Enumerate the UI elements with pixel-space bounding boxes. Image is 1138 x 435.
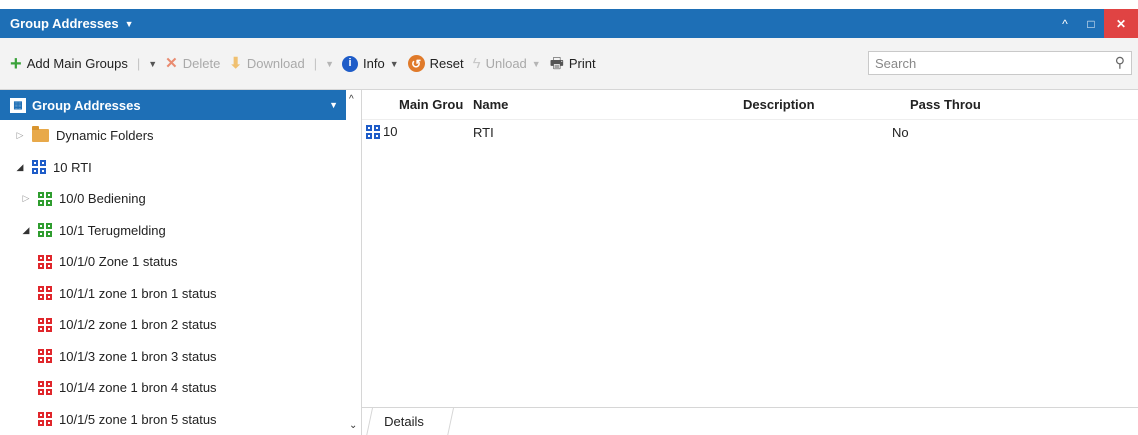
- toolbar-divider: |: [136, 56, 141, 71]
- search-placeholder: Search: [875, 55, 917, 71]
- tree-item-label: 10/1/4 zone 1 bron 4 status: [59, 380, 217, 396]
- column-header-pass-through[interactable]: Pass Throu: [910, 97, 986, 112]
- tree-item-middle-group[interactable]: ◢ 10/1 Terugmelding: [0, 215, 361, 247]
- tree-item-label: 10/1 Terugmelding: [59, 222, 166, 238]
- tree-item-group-address[interactable]: 10/1/4 zone 1 bron 4 status: [0, 372, 361, 404]
- bottom-tab-strip: Details: [362, 407, 1138, 435]
- search-input[interactable]: Search ⚲: [868, 51, 1132, 75]
- chevron-down-icon[interactable]: ▼: [329, 100, 338, 110]
- unload-label: Unload: [485, 56, 527, 71]
- row-pass-through-cell: No: [892, 125, 909, 140]
- tree-scrollbar[interactable]: ^ ⌄: [346, 90, 361, 435]
- chevron-down-icon: ▼: [124, 18, 134, 29]
- table-row[interactable]: 10 RTI No: [362, 120, 1138, 144]
- download-label: Download: [246, 56, 305, 71]
- delete-label: Delete: [182, 56, 221, 71]
- tree-header-label: Group Addresses: [32, 97, 141, 113]
- scroll-up-icon[interactable]: ^: [349, 94, 354, 105]
- plus-icon: +: [10, 52, 22, 75]
- collapse-triangle-icon[interactable]: ◢: [20, 225, 32, 236]
- info-label: Info: [363, 56, 385, 71]
- toolbar: + Add Main Groups | ▼ ✕ Delete ⬇ Downloa…: [0, 38, 1138, 90]
- window-title: Group Addresses: [10, 16, 119, 31]
- tree-item-label: 10/0 Bediening: [59, 191, 146, 207]
- reset-label: Reset: [429, 56, 464, 71]
- tree-item-middle-group[interactable]: ▷ 10/0 Bediening: [0, 183, 361, 215]
- download-button[interactable]: ⬇ Download: [229, 56, 304, 71]
- tree-item-group-address[interactable]: 10/1/3 zone 1 bron 3 status: [0, 341, 361, 373]
- column-header-name[interactable]: Name: [473, 97, 508, 112]
- reset-button[interactable]: ↺ Reset: [407, 55, 464, 72]
- search-icon: ⚲: [1114, 54, 1125, 70]
- chevron-down-icon: ▼: [531, 58, 541, 69]
- minimize-button[interactable]: ^: [1052, 9, 1078, 38]
- reset-icon: ↺: [407, 55, 425, 72]
- tree-item-label: 10/1/2 zone 1 bron 2 status: [59, 317, 217, 333]
- tree-item-label: 10/1/0 Zone 1 status: [59, 254, 178, 270]
- add-main-groups-dropdown[interactable]: ▼: [148, 59, 157, 69]
- column-header-description[interactable]: Description: [743, 97, 815, 112]
- window-title-bar: Group Addresses ▼ ^ □ ✕: [0, 9, 1138, 38]
- info-icon: i: [342, 55, 359, 72]
- group-address-icon: [38, 317, 52, 332]
- expand-triangle-icon[interactable]: ▷: [14, 130, 26, 141]
- middle-group-icon: [38, 191, 52, 206]
- group-address-icon: [38, 412, 52, 427]
- unload-button[interactable]: ϟ Unload ▼: [473, 56, 541, 71]
- group-addresses-icon: ▦: [10, 97, 26, 113]
- chevron-down-icon: ▼: [389, 58, 399, 69]
- close-button[interactable]: ✕: [1104, 9, 1138, 38]
- download-arrow-icon: ⬇: [229, 55, 242, 72]
- print-label: Print: [568, 56, 596, 71]
- lightning-icon: ϟ: [472, 55, 481, 72]
- tree-header[interactable]: ▦ Group Addresses ▼: [0, 90, 346, 120]
- tree-item-main-group[interactable]: ◢ 10 RTI: [0, 152, 361, 184]
- group-address-icon: [38, 286, 52, 301]
- info-button[interactable]: i Info ▼: [342, 55, 399, 72]
- tab-details-label: Details: [384, 414, 424, 429]
- table-header: Main Grou Name Description Pass Throu: [362, 90, 1138, 120]
- add-main-groups-button[interactable]: + Add Main Groups: [10, 54, 128, 74]
- tree-item-group-address[interactable]: 10/1/5 zone 1 bron 5 status: [0, 404, 361, 435]
- main-group-value: 10: [383, 124, 398, 139]
- toolbar-divider: |: [313, 56, 318, 71]
- row-name-cell: RTI: [473, 125, 494, 140]
- tree-item-label: 10/1/3 zone 1 bron 3 status: [59, 348, 217, 364]
- maximize-button[interactable]: □: [1078, 9, 1104, 38]
- row-main-group-cell: 10: [366, 124, 397, 139]
- printer-icon: 🖶: [549, 55, 564, 72]
- scroll-down-icon[interactable]: ⌄: [349, 420, 357, 431]
- tree-item-label: Dynamic Folders: [56, 128, 154, 144]
- add-main-groups-label: Add Main Groups: [26, 56, 128, 71]
- main-group-icon: [366, 124, 380, 139]
- group-address-icon: [38, 380, 52, 395]
- delete-x-icon: ✕: [165, 55, 178, 72]
- tree-item-label: 10/1/1 zone 1 bron 1 status: [59, 285, 217, 301]
- tree-item-group-address[interactable]: 10/1/2 zone 1 bron 2 status: [0, 309, 361, 341]
- expand-triangle-icon[interactable]: ▷: [20, 193, 32, 204]
- tree-item-group-address[interactable]: 10/1/1 zone 1 bron 1 status: [0, 278, 361, 310]
- tree-item-group-address[interactable]: 10/1/0 Zone 1 status: [0, 246, 361, 278]
- group-address-tree: ▦ Group Addresses ▼ ▷ Dynamic Folders ◢ …: [0, 90, 362, 435]
- window-title-menu[interactable]: Group Addresses ▼: [0, 16, 134, 31]
- print-button[interactable]: 🖶 Print: [550, 56, 596, 71]
- group-address-icon: [38, 349, 52, 364]
- column-header-main-group[interactable]: Main Grou: [399, 97, 473, 112]
- tree-item-label: 10/1/5 zone 1 bron 5 status: [59, 411, 217, 427]
- group-address-table: Main Grou Name Description Pass Throu 10…: [362, 90, 1138, 435]
- group-address-icon: [38, 254, 52, 269]
- download-dropdown[interactable]: ▼: [325, 59, 334, 69]
- folder-icon: [32, 126, 49, 143]
- main-group-icon: [32, 160, 46, 175]
- tree-item-label: 10 RTI: [53, 159, 92, 175]
- collapse-triangle-icon[interactable]: ◢: [14, 162, 26, 173]
- tree-item-dynamic-folders[interactable]: ▷ Dynamic Folders: [0, 120, 361, 152]
- tab-details[interactable]: Details: [366, 408, 454, 435]
- middle-group-icon: [38, 223, 52, 238]
- delete-button[interactable]: ✕ Delete: [165, 56, 220, 71]
